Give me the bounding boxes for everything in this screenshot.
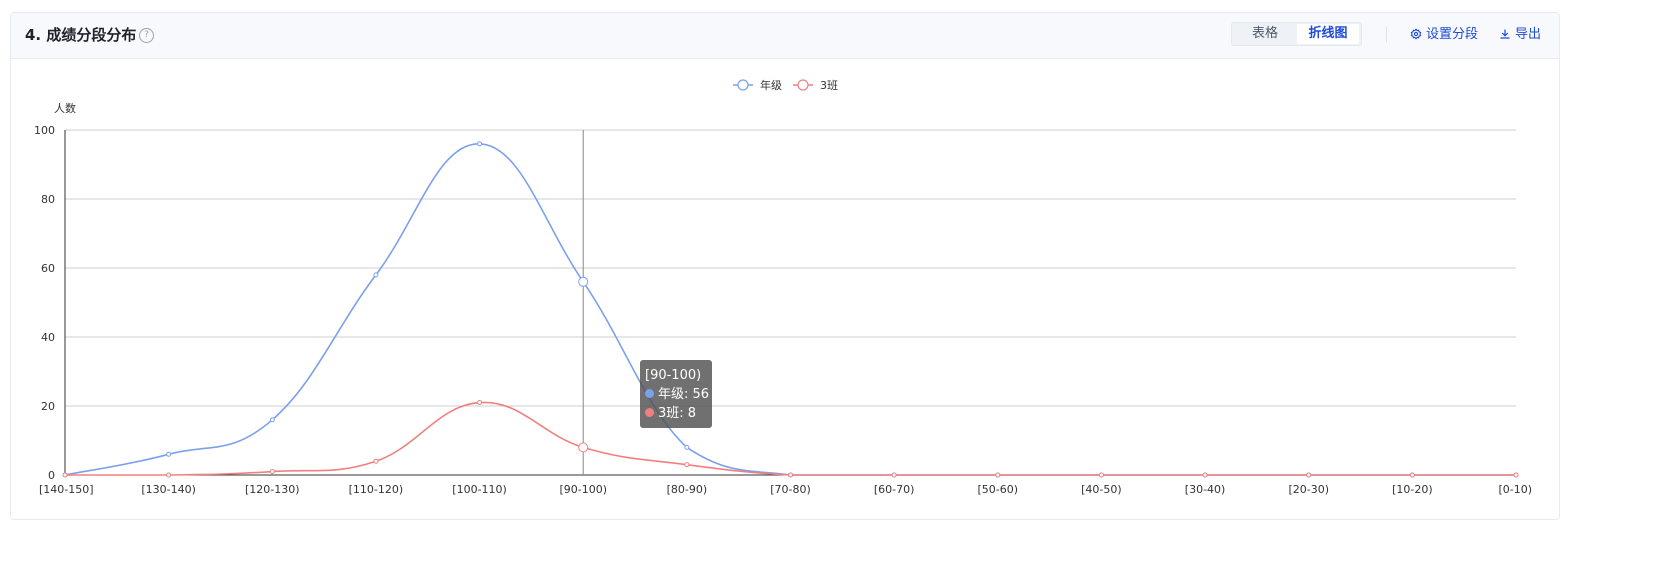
y-tick-label: 80: [41, 193, 55, 206]
series-point[interactable]: [1202, 472, 1208, 478]
x-axis-ticks: [140-150] [130-140) [120-130) [110-120) [100…: [39, 483, 1532, 496]
x-tick-label: [10-20): [1392, 483, 1433, 496]
x-tick-label: [130-140): [141, 483, 196, 496]
tooltip-value-class3: 3班: 8: [658, 406, 697, 421]
legend-marker: [737, 79, 749, 91]
y-axis-label: 人数: [54, 102, 76, 115]
y-tick-label: 100: [34, 124, 55, 137]
series-point[interactable]: [788, 472, 793, 478]
series-point[interactable]: [373, 458, 379, 464]
tooltip-title: [90-100): [645, 368, 702, 383]
y-tick-label: 40: [41, 331, 55, 344]
series-point[interactable]: [891, 472, 897, 478]
y-tick-label: 20: [41, 400, 55, 413]
series-point[interactable]: [269, 417, 275, 423]
tooltip-dot-grade: [645, 389, 654, 398]
series-point[interactable]: [166, 472, 172, 478]
series-point[interactable]: [1409, 472, 1415, 478]
x-tick-label: [120-130): [245, 483, 300, 496]
x-tick-label: [60-70): [874, 483, 915, 496]
x-tick-label: [50-60): [978, 483, 1019, 496]
series-point[interactable]: [578, 276, 589, 287]
tooltip-row-class3: 3班: 8: [645, 404, 707, 423]
series-point[interactable]: [1306, 472, 1312, 478]
y-tick-label: 60: [41, 262, 55, 275]
series-point[interactable]: [995, 472, 1001, 478]
x-tick-label: [20-30): [1288, 483, 1329, 496]
x-tick-label: [70-80): [770, 483, 811, 496]
x-tick-label: [140-150]: [39, 483, 94, 496]
chart-gridlines: [65, 129, 1516, 407]
chart-legend: 年级 3班: [733, 78, 838, 92]
x-tick-label: [80-90): [667, 483, 708, 496]
legend-marker: [797, 79, 809, 91]
legend-item[interactable]: 年级: [733, 78, 782, 92]
series-line-0: [64, 142, 1516, 476]
x-tick-label: [110-120): [349, 483, 404, 496]
y-tick-label: 0: [48, 469, 55, 482]
series-point[interactable]: [373, 272, 379, 278]
series-point[interactable]: [269, 469, 275, 475]
series-point[interactable]: [684, 462, 690, 468]
legend-label: 年级: [760, 78, 782, 92]
series-point[interactable]: [1513, 472, 1519, 478]
series-point[interactable]: [477, 400, 483, 406]
series-line-1: [64, 401, 1516, 476]
chart-series: [62, 141, 1519, 478]
chart-axes: [64, 130, 1516, 476]
x-tick-label: [40-50): [1081, 483, 1122, 496]
tooltip-row-grade: 年级: 56: [645, 385, 710, 404]
legend-item[interactable]: 3班: [793, 79, 838, 92]
series-point[interactable]: [166, 451, 172, 457]
x-tick-label: [30-40): [1185, 483, 1226, 496]
series-point[interactable]: [684, 444, 690, 450]
tooltip-dot-class3: [645, 408, 654, 417]
series-point[interactable]: [578, 442, 589, 453]
chart-tooltip: [90-100) 年级: 56 3班: 8: [640, 360, 712, 428]
x-tick-label: [90-100): [559, 483, 607, 496]
x-tick-label: [100-110): [452, 483, 507, 496]
series-point[interactable]: [62, 472, 68, 478]
line-chart: 年级 3班 人数 020406080100 [140-150] [130-140)[…: [34, 78, 1532, 496]
series-point[interactable]: [1098, 472, 1104, 478]
y-axis-ticks: 0 20 40 60 80 100: [34, 124, 55, 482]
x-tick-label: [0-10): [1498, 483, 1532, 496]
legend-label: 3班: [820, 79, 838, 92]
series-point[interactable]: [477, 141, 483, 147]
tooltip-value-grade: 年级: 56: [658, 387, 710, 402]
